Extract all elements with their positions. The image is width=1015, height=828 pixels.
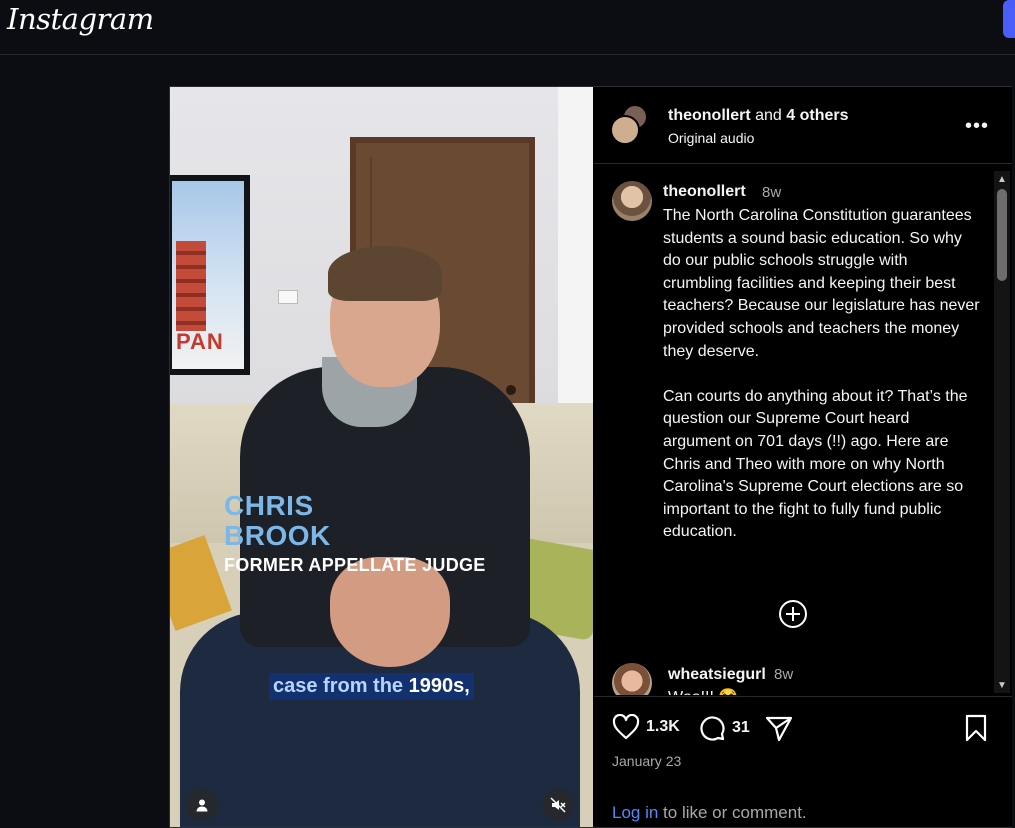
user-icon (196, 799, 208, 812)
post-dialog: PAN CHRIS BROOK FORMER APPELLATE JUDGE c… (169, 86, 1012, 828)
mute-toggle-button[interactable] (542, 789, 574, 821)
post-date[interactable]: January 23 (612, 753, 681, 769)
comments-scrollbar[interactable]: ▲ ▼ (994, 171, 1010, 693)
instagram-logo[interactable]: Instagram (7, 2, 154, 36)
comment-button[interactable]: 31 (698, 714, 750, 742)
scroll-down-arrow-icon[interactable]: ▼ (994, 677, 1010, 693)
top-bar: Instagram (0, 0, 1015, 55)
subtitle-text: case from the (273, 675, 409, 697)
load-more-comments-icon[interactable] (778, 599, 808, 629)
post-sidebar: theonollert and 4 others Original audio … (594, 87, 1012, 827)
post-authors: theonollert and 4 others (668, 107, 849, 125)
login-suffix: to like or comment. (658, 803, 807, 822)
more-options-button[interactable]: ••• (964, 113, 990, 139)
lower-third-first-name: CHRIS (224, 490, 314, 521)
more-options-icon: ••• (964, 114, 989, 137)
comment-time[interactable]: 8w (774, 666, 793, 683)
post-actions: 1.3K 31 (594, 696, 1012, 756)
lower-third-name: CHRIS BROOK (224, 491, 331, 551)
audio-label[interactable]: Original audio (668, 130, 754, 146)
comment-time[interactable]: 8w (762, 184, 781, 201)
bookmark-icon (965, 714, 987, 742)
comment-username[interactable]: wheatsiegurl (668, 666, 766, 684)
muted-speaker-icon (550, 797, 566, 813)
login-prompt: Log in to like or comment. (612, 803, 807, 823)
authors-joiner: and (750, 107, 787, 124)
save-button[interactable] (964, 714, 988, 742)
like-count[interactable]: 1.3K (646, 718, 680, 736)
scrollbar-thumb[interactable] (997, 189, 1007, 281)
video-player[interactable]: PAN CHRIS BROOK FORMER APPELLATE JUDGE c… (170, 87, 593, 827)
author-username[interactable]: theonollert (668, 107, 751, 124)
author-avatar (610, 115, 640, 145)
video-subtitle: case from the 1990s, (269, 673, 474, 700)
caption-text: The North Carolina Constitution guarante… (663, 207, 980, 541)
subtitle-highlight: 1990s, (408, 675, 470, 697)
heart-icon (612, 714, 640, 740)
paper-plane-icon (765, 716, 793, 742)
comments-list[interactable]: theonollert 8w The North Carolina Consti… (594, 165, 1012, 695)
sign-up-button[interactable] (1003, 0, 1015, 38)
avatar[interactable] (612, 181, 652, 221)
comment-bubble-icon (700, 716, 725, 741)
video-window (558, 87, 593, 417)
scroll-up-arrow-icon[interactable]: ▲ (994, 171, 1010, 187)
comment-count[interactable]: 31 (732, 719, 750, 737)
comment-username[interactable]: theonollert (663, 183, 746, 201)
tagged-users-button[interactable] (186, 789, 218, 821)
lower-third-title: FORMER APPELLATE JUDGE (224, 555, 486, 575)
login-link[interactable]: Log in (612, 803, 658, 822)
share-button[interactable] (764, 714, 794, 742)
like-button[interactable]: 1.3K (612, 714, 680, 740)
comment-text: Woo!!! 😂 (668, 687, 738, 695)
avatar[interactable] (612, 663, 652, 695)
lower-third-last-name: BROOK (224, 520, 331, 551)
post-header: theonollert and 4 others Original audio … (594, 87, 1012, 164)
collab-avatars[interactable] (610, 104, 650, 148)
others-link[interactable]: 4 others (786, 107, 848, 124)
